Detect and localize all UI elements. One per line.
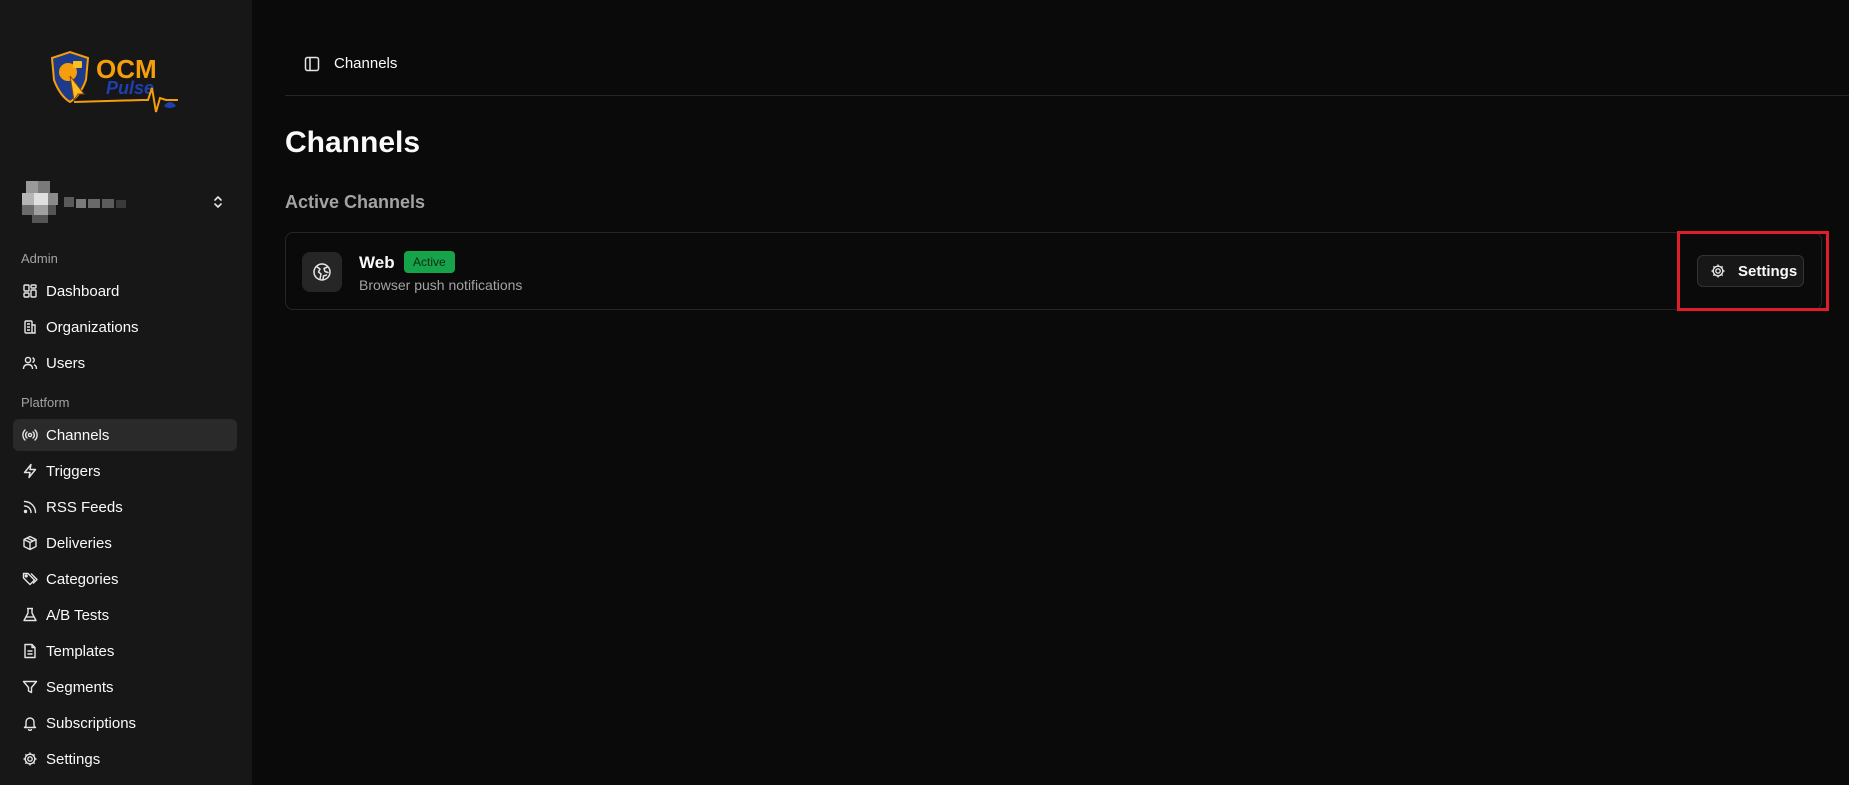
- panel-left-icon[interactable]: [303, 55, 321, 73]
- breadcrumb[interactable]: Channels: [334, 55, 397, 72]
- group-label-platform: Platform: [21, 395, 70, 410]
- file-text-icon: [22, 643, 38, 659]
- users-icon: [22, 355, 38, 371]
- gear-icon: [1710, 263, 1726, 279]
- sidebar-item-ab-tests[interactable]: A/B Tests: [13, 599, 237, 631]
- sidebar-item-label: Categories: [46, 570, 119, 588]
- sidebar: OCM Pulse Admin Dashboard Organizations …: [0, 0, 252, 785]
- sidebar-item-users[interactable]: Users: [13, 347, 237, 379]
- sidebar-item-channels[interactable]: Channels: [13, 419, 237, 451]
- channel-card-web: Web Active Browser push notifications: [285, 232, 1822, 310]
- dashboard-icon: [22, 283, 38, 299]
- channel-description: Browser push notifications: [359, 277, 523, 293]
- svg-text:Pulse: Pulse: [106, 78, 154, 98]
- sidebar-item-segments[interactable]: Segments: [13, 671, 237, 703]
- section-title-active-channels: Active Channels: [285, 192, 426, 212]
- globe-icon: [302, 252, 342, 292]
- organization-avatar-blurred: [22, 181, 130, 223]
- chevrons-up-down-icon: [210, 192, 226, 212]
- group-label-admin: Admin: [21, 251, 58, 266]
- sidebar-item-label: Triggers: [46, 462, 101, 480]
- radio-icon: [22, 427, 38, 443]
- sidebar-item-categories[interactable]: Categories: [13, 563, 237, 595]
- sidebar-item-label: Templates: [46, 642, 115, 660]
- sidebar-item-label: RSS Feeds: [46, 498, 123, 516]
- ocm-pulse-logo[interactable]: OCM Pulse: [46, 48, 196, 118]
- flask-icon: [22, 607, 38, 623]
- building-icon: [22, 319, 38, 335]
- sidebar-item-label: Dashboard: [46, 282, 120, 300]
- sidebar-item-deliveries[interactable]: Deliveries: [13, 527, 237, 559]
- channel-name: Web: [359, 253, 395, 272]
- sidebar-item-label: Subscriptions: [46, 714, 137, 732]
- sidebar-item-label: Settings: [46, 750, 101, 768]
- channel-settings-button[interactable]: Settings: [1697, 255, 1804, 287]
- sidebar-item-triggers[interactable]: Triggers: [13, 455, 237, 487]
- zap-icon: [22, 463, 38, 479]
- filter-icon: [22, 679, 38, 695]
- gear-icon: [22, 751, 38, 767]
- logo-graphic: OCM Pulse: [50, 50, 178, 113]
- status-badge: Active: [404, 251, 455, 273]
- page-title: Channels: [285, 126, 421, 159]
- sidebar-item-rss-feeds[interactable]: RSS Feeds: [13, 491, 237, 523]
- sidebar-item-label: Organizations: [46, 318, 139, 336]
- sidebar-item-label: Users: [46, 354, 86, 372]
- sidebar-item-subscriptions[interactable]: Subscriptions: [13, 707, 237, 739]
- bell-icon: [22, 715, 38, 731]
- sidebar-item-label: Segments: [46, 678, 114, 696]
- rss-icon: [22, 499, 38, 515]
- sidebar-item-templates[interactable]: Templates: [13, 635, 237, 667]
- sidebar-item-label: Channels: [46, 426, 110, 444]
- sidebar-item-label: A/B Tests: [46, 606, 110, 624]
- tags-icon: [22, 571, 38, 587]
- app-root: OCM Pulse Admin Dashboard Organizations …: [0, 0, 1849, 785]
- top-bar: Channels: [285, 44, 1849, 96]
- sidebar-item-label: Deliveries: [46, 534, 112, 552]
- sidebar-item-dashboard[interactable]: Dashboard: [13, 275, 237, 307]
- settings-button-label: Settings: [1738, 262, 1798, 280]
- sidebar-item-organizations[interactable]: Organizations: [13, 311, 237, 343]
- organization-switcher[interactable]: [22, 178, 226, 226]
- package-icon: [22, 535, 38, 551]
- sidebar-item-settings[interactable]: Settings: [13, 743, 237, 775]
- main-content: Channels Channels Active Channels Web Ac…: [252, 0, 1849, 785]
